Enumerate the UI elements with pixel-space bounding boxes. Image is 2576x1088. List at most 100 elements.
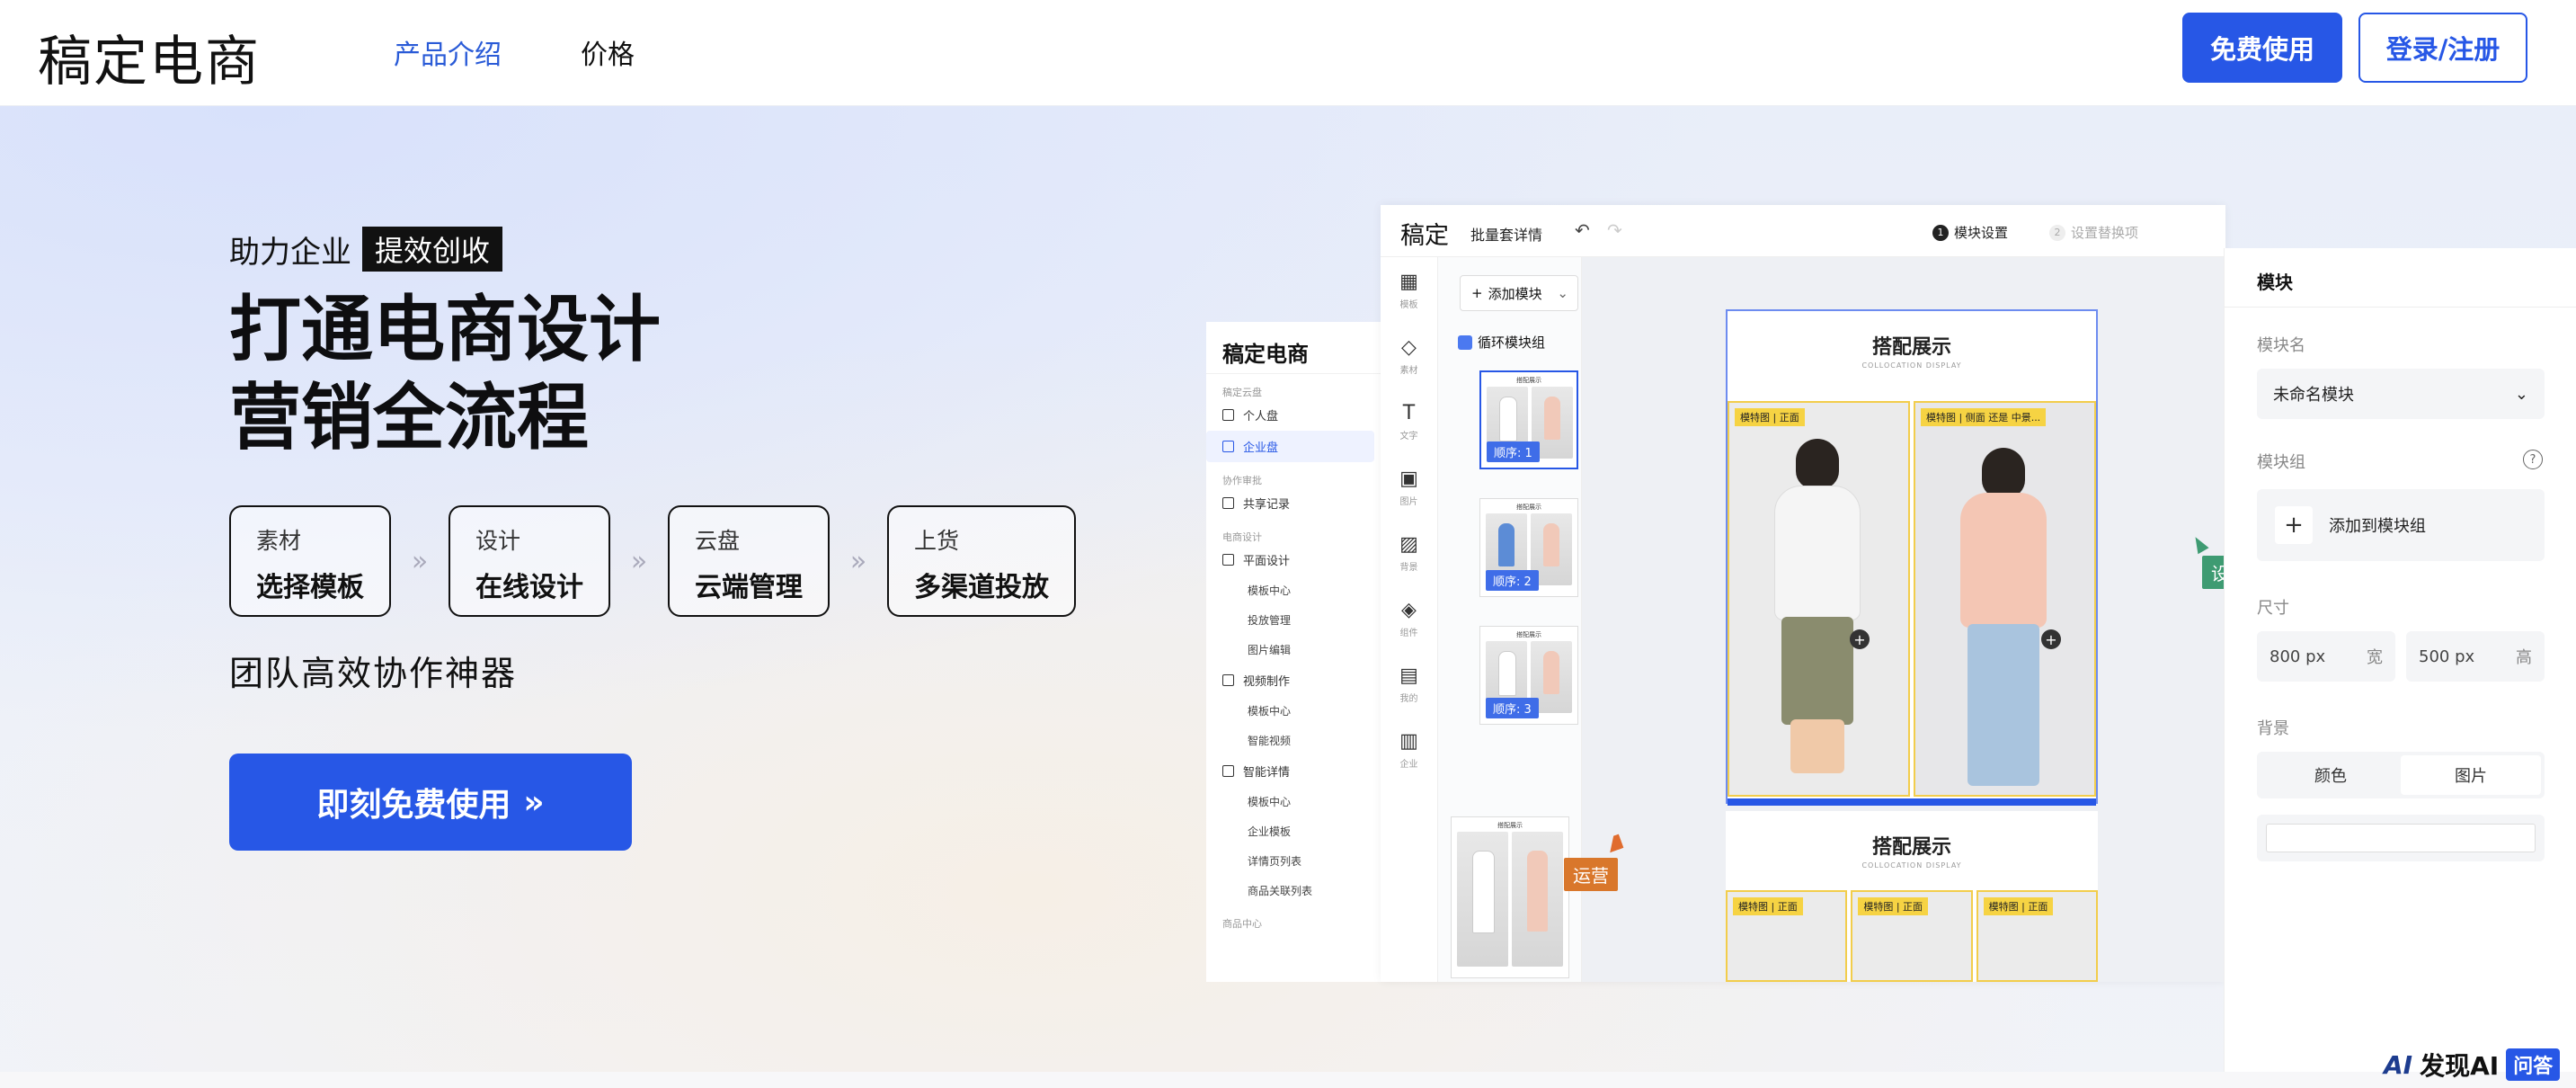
team-collab-text: 团队高效协作神器 [229,654,518,693]
mock-item-label: 共享记录 [1243,498,1291,512]
mock-sidebar-panel: 稿定电商 稿定云盘 个人盘 企业盘 协作审批 共享记录 电商设计 平面设计 模板… [1206,322,1386,982]
model-photo[interactable]: 模特图 | 正面 [1976,890,2098,982]
chevron-down-icon[interactable]: ⌄ [1557,285,1568,301]
step-small-label: 上货 [914,528,960,554]
height-input[interactable]: 500 px 高 [2406,631,2545,682]
mock-item-video[interactable]: 视频制作 [1206,664,1385,696]
add-to-group-button[interactable]: + 添加到模块组 [2257,489,2545,561]
nav-pricing[interactable]: 价格 [581,32,635,72]
height-unit: 高 [2516,648,2532,667]
mock-sub-item[interactable]: 投放管理 [1206,605,1385,635]
mock-sub-item[interactable]: 图片编辑 [1206,635,1385,664]
tool-enterprise[interactable]: ▥ 企业 [1381,717,1437,782]
add-module-button[interactable]: + 添加模块 ⌄ [1460,275,1578,311]
tool-text[interactable]: T 文字 [1381,388,1437,454]
step-big-label: 在线设计 [475,572,583,603]
step-cloud: 云盘 云端管理 [668,505,830,617]
bottom-strip [0,1072,2576,1088]
mock-sub-item[interactable]: 详情页列表 [1206,846,1385,876]
mock-sub-item[interactable]: 企业模板 [1206,816,1385,846]
module-name-label: 模块名 [2257,336,2305,355]
layout-icon: ▦ [1399,270,1418,293]
tool-mine[interactable]: ▤ 我的 [1381,651,1437,717]
model-photo[interactable]: 模特图 | 正面 [1851,890,1973,982]
tool-image[interactable]: ▣ 图片 [1381,454,1437,520]
bg-image-option[interactable]: 图片 [2401,755,2541,795]
mock-sub-item[interactable]: 模板中心 [1206,696,1385,726]
step-material: 素材 选择模板 [229,505,391,617]
tool-label: 组件 [1399,628,1418,638]
tool-component[interactable]: ◈ 组件 [1381,585,1437,651]
mock-sub-item[interactable]: 模板中心 [1206,787,1385,816]
step-arrow-icon: » [849,545,867,577]
plus-icon: + [2275,506,2313,544]
mock-sub-item[interactable]: 商品关联列表 [1206,876,1385,905]
nav-product-intro[interactable]: 产品介绍 [394,32,502,72]
mock-editor: 稿定 批量套详情 ↶ ↷ 1 模块设置 2 设置替换项 ▦ 模板 ◇ 素材 T 文字 ▣ 图… [1381,205,2225,982]
help-icon[interactable]: ? [2523,450,2543,469]
design-module[interactable]: 搭配展示 COLLOCATION DISPLAY 模特图 | 正面 模特图 | … [1726,811,2098,982]
step-publish: 上货 多渠道投放 [887,505,1076,617]
loop-module-group[interactable]: 循环模块组 [1458,333,1545,352]
mock-sub-item[interactable]: 智能视频 [1206,726,1385,755]
mock-sub-item[interactable]: 模板中心 [1206,575,1385,605]
tool-label: 企业 [1399,759,1418,770]
mock-item-flat-design[interactable]: 平面设计 [1206,544,1385,575]
module-name-select[interactable]: 未命名模块 ⌄ [2257,369,2545,419]
free-use-button[interactable]: 免费使用 [2182,13,2342,83]
module-thumbnail[interactable]: 搭配展示 顺序: 1 [1479,370,1578,469]
editor-step-2[interactable]: 2 设置替换项 [2049,223,2138,242]
module-thumbnail[interactable]: 搭配展示 顺序: 2 [1479,498,1578,597]
undo-icon[interactable]: ↶ [1575,219,1590,241]
model-figure [1968,624,2039,786]
plus-icon: + [1471,285,1483,301]
mock-item-enterprise[interactable]: 企业盘 [1206,431,1374,462]
bg-color-option[interactable]: 颜色 [2261,755,2401,795]
step-big-label: 云端管理 [695,572,803,603]
login-register-button[interactable]: 登录/注册 [2358,13,2527,83]
module-resize-bar[interactable] [1728,798,2096,806]
step-number: 2 [2049,224,2065,241]
background-image-field[interactable] [2257,815,2545,861]
component-icon: ◈ [1401,598,1417,621]
editor-toolbar: ▦ 模板 ◇ 素材 T 文字 ▣ 图片 ▨ 背景 ◈ 组件 ▤ 我的 ▥ 企业 [1381,257,1438,982]
model-photo-side[interactable]: 模特图 | 侧面 还是 中景... + [1914,401,2096,797]
mock-item-shared[interactable]: 共享记录 [1206,487,1385,519]
add-circle-icon[interactable]: + [2041,629,2061,649]
model-photo-front[interactable]: 模特图 | 正面 + [1728,401,1910,797]
thumb-title: 搭配展示 [1516,631,1541,638]
start-free-button[interactable]: 即刻免费使用 » [229,754,632,851]
mock-item-detail[interactable]: 智能详情 [1206,755,1385,787]
model-photo[interactable]: 模特图 | 正面 [1726,890,1848,982]
design-canvas[interactable]: 搭配展示 COLLOCATION DISPLAY 模特图 | 正面 + 模特图 … [1582,257,2225,982]
tool-label: 我的 [1399,693,1418,704]
width-unit: 宽 [2367,648,2383,667]
order-badge: 顺序: 3 [1486,698,1539,718]
video-icon [1222,674,1234,686]
top-header: 稿定电商 产品介绍 价格 免费使用 登录/注册 [0,0,2576,106]
redo-icon[interactable]: ↷ [1607,219,1622,241]
tool-material[interactable]: ◇ 素材 [1381,323,1437,388]
mock-group-label: 协作审批 [1222,475,1262,486]
width-input[interactable]: 800 px 宽 [2257,631,2395,682]
tool-template[interactable]: ▦ 模板 [1381,257,1437,323]
watermark-text: 发现AI [2420,1051,2500,1081]
tool-background[interactable]: ▨ 背景 [1381,520,1437,585]
editor-step-1[interactable]: 1 模块设置 [1932,223,2008,242]
add-circle-icon[interactable]: + [1850,629,1870,649]
module-name-value: 未命名模块 [2273,386,2354,405]
mock-item-personal[interactable]: 个人盘 [1206,399,1385,431]
design-module-selected[interactable]: 搭配展示 COLLOCATION DISPLAY 模特图 | 正面 + 模特图 … [1726,309,2098,806]
module-thumbnail[interactable]: 搭配展示 [1451,816,1569,978]
mock-item-label: 企业盘 [1243,441,1279,455]
tool-label: 文字 [1399,431,1418,441]
brand-logo[interactable]: 稿定电商 [38,18,261,96]
module-thumbnail[interactable]: 搭配展示 顺序: 3 [1479,626,1578,725]
watermark: AI 发现AI 问答 [2384,1047,2561,1083]
add-module-label: 添加模块 [1488,285,1542,302]
thumb-photos [1457,832,1563,967]
workflow-steps: 素材 选择模板 » 设计 在线设计 » 云盘 云端管理 » 上货 多渠道投放 [229,505,1076,617]
background-image-swatch [2266,824,2536,852]
folder-icon [1222,409,1234,421]
properties-panel: 模块 模块名 未命名模块 ⌄ 模块组 ? + 添加到模块组 尺寸 800 px … [2224,248,2576,1088]
